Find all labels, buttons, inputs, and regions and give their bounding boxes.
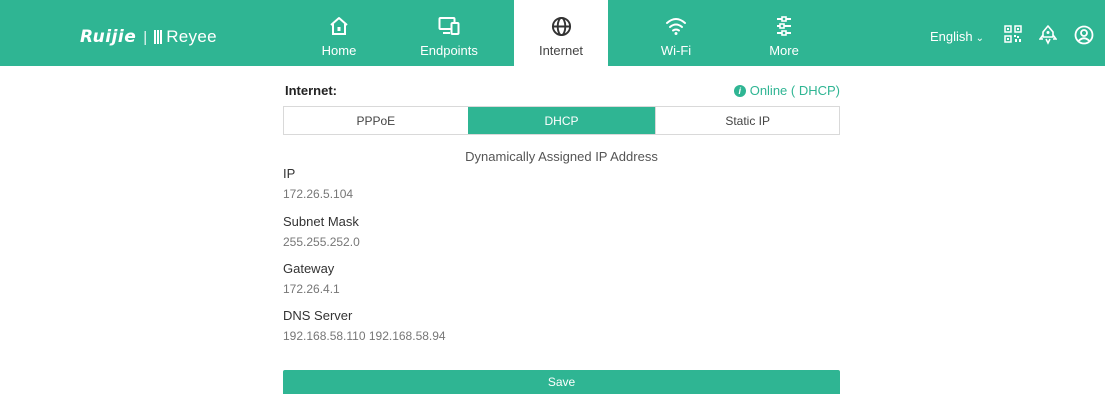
brand-secondary: Reyee: [154, 27, 217, 47]
wifi-icon: [665, 15, 687, 37]
language-selector[interactable]: English ⌄: [930, 29, 984, 44]
tab-dhcp[interactable]: DHCP: [467, 107, 656, 134]
user-icon[interactable]: [1074, 25, 1094, 45]
field-label: DNS Server: [283, 308, 353, 323]
brand-separator: |: [143, 28, 148, 46]
nav-item-endpoints[interactable]: Endpoints: [402, 0, 496, 66]
nav-label-more: More: [769, 43, 799, 58]
field-value: 192.168.58.110 192.168.58.94: [283, 329, 446, 343]
field-dns-server: DNS Server 192.168.58.110 192.168.58.94: [283, 308, 446, 343]
field-value: 255.255.252.0: [283, 235, 360, 249]
field-value: 172.26.5.104: [283, 187, 354, 201]
nav-label-endpoints: Endpoints: [420, 43, 478, 58]
field-label: Subnet Mask: [283, 214, 359, 229]
connection-type-tabs: PPPoE DHCP Static IP: [283, 106, 840, 135]
nav-label-wifi: Wi-Fi: [660, 43, 692, 58]
nav-item-more[interactable]: More: [737, 0, 831, 66]
field-ip: IP 172.26.5.104: [283, 166, 353, 201]
section-header: Internet: i Online ( DHCP): [283, 83, 840, 101]
brand-primary-name: Ruijie: [80, 27, 137, 47]
field-label: Gateway: [283, 261, 335, 276]
home-icon: [329, 15, 349, 37]
save-button[interactable]: Save: [283, 370, 840, 394]
sliders-icon: [774, 15, 794, 37]
language-label: English: [930, 29, 973, 44]
tab-pppoe[interactable]: PPPoE: [284, 107, 468, 134]
field-value: 172.26.4.1: [283, 282, 340, 296]
top-navigation-bar: Ruijie | Reyee Home Endpoints Internet W…: [0, 0, 1105, 66]
nav-item-wifi[interactable]: Wi-Fi: [629, 0, 723, 66]
connection-status: i Online ( DHCP): [733, 83, 840, 98]
devices-icon: [438, 15, 460, 37]
brand-secondary-name: Reyee: [166, 27, 217, 46]
field-subnet-mask: Subnet Mask 255.255.252.0: [283, 214, 360, 249]
mode-description: Dynamically Assigned IP Address: [465, 149, 658, 164]
brand-logo[interactable]: Ruijie | Reyee: [80, 26, 217, 48]
nav-label-home: Home: [321, 43, 357, 58]
chevron-down-icon: ⌄: [975, 33, 985, 44]
field-label: IP: [283, 166, 296, 181]
field-gateway: Gateway 172.26.4.1: [283, 261, 340, 296]
status-text: Online ( DHCP): [749, 83, 840, 98]
info-icon: i: [733, 84, 746, 97]
tab-static-ip[interactable]: Static IP: [655, 107, 839, 134]
section-title: Internet:: [285, 83, 337, 98]
globe-icon: [551, 15, 572, 37]
brand-bars-icon: [154, 30, 164, 44]
rocket-icon[interactable]: [1038, 25, 1059, 45]
nav-item-home[interactable]: Home: [292, 0, 386, 66]
qr-code-icon[interactable]: [1004, 25, 1024, 45]
nav-item-internet[interactable]: Internet: [514, 0, 608, 66]
nav-label-internet: Internet: [538, 43, 584, 58]
